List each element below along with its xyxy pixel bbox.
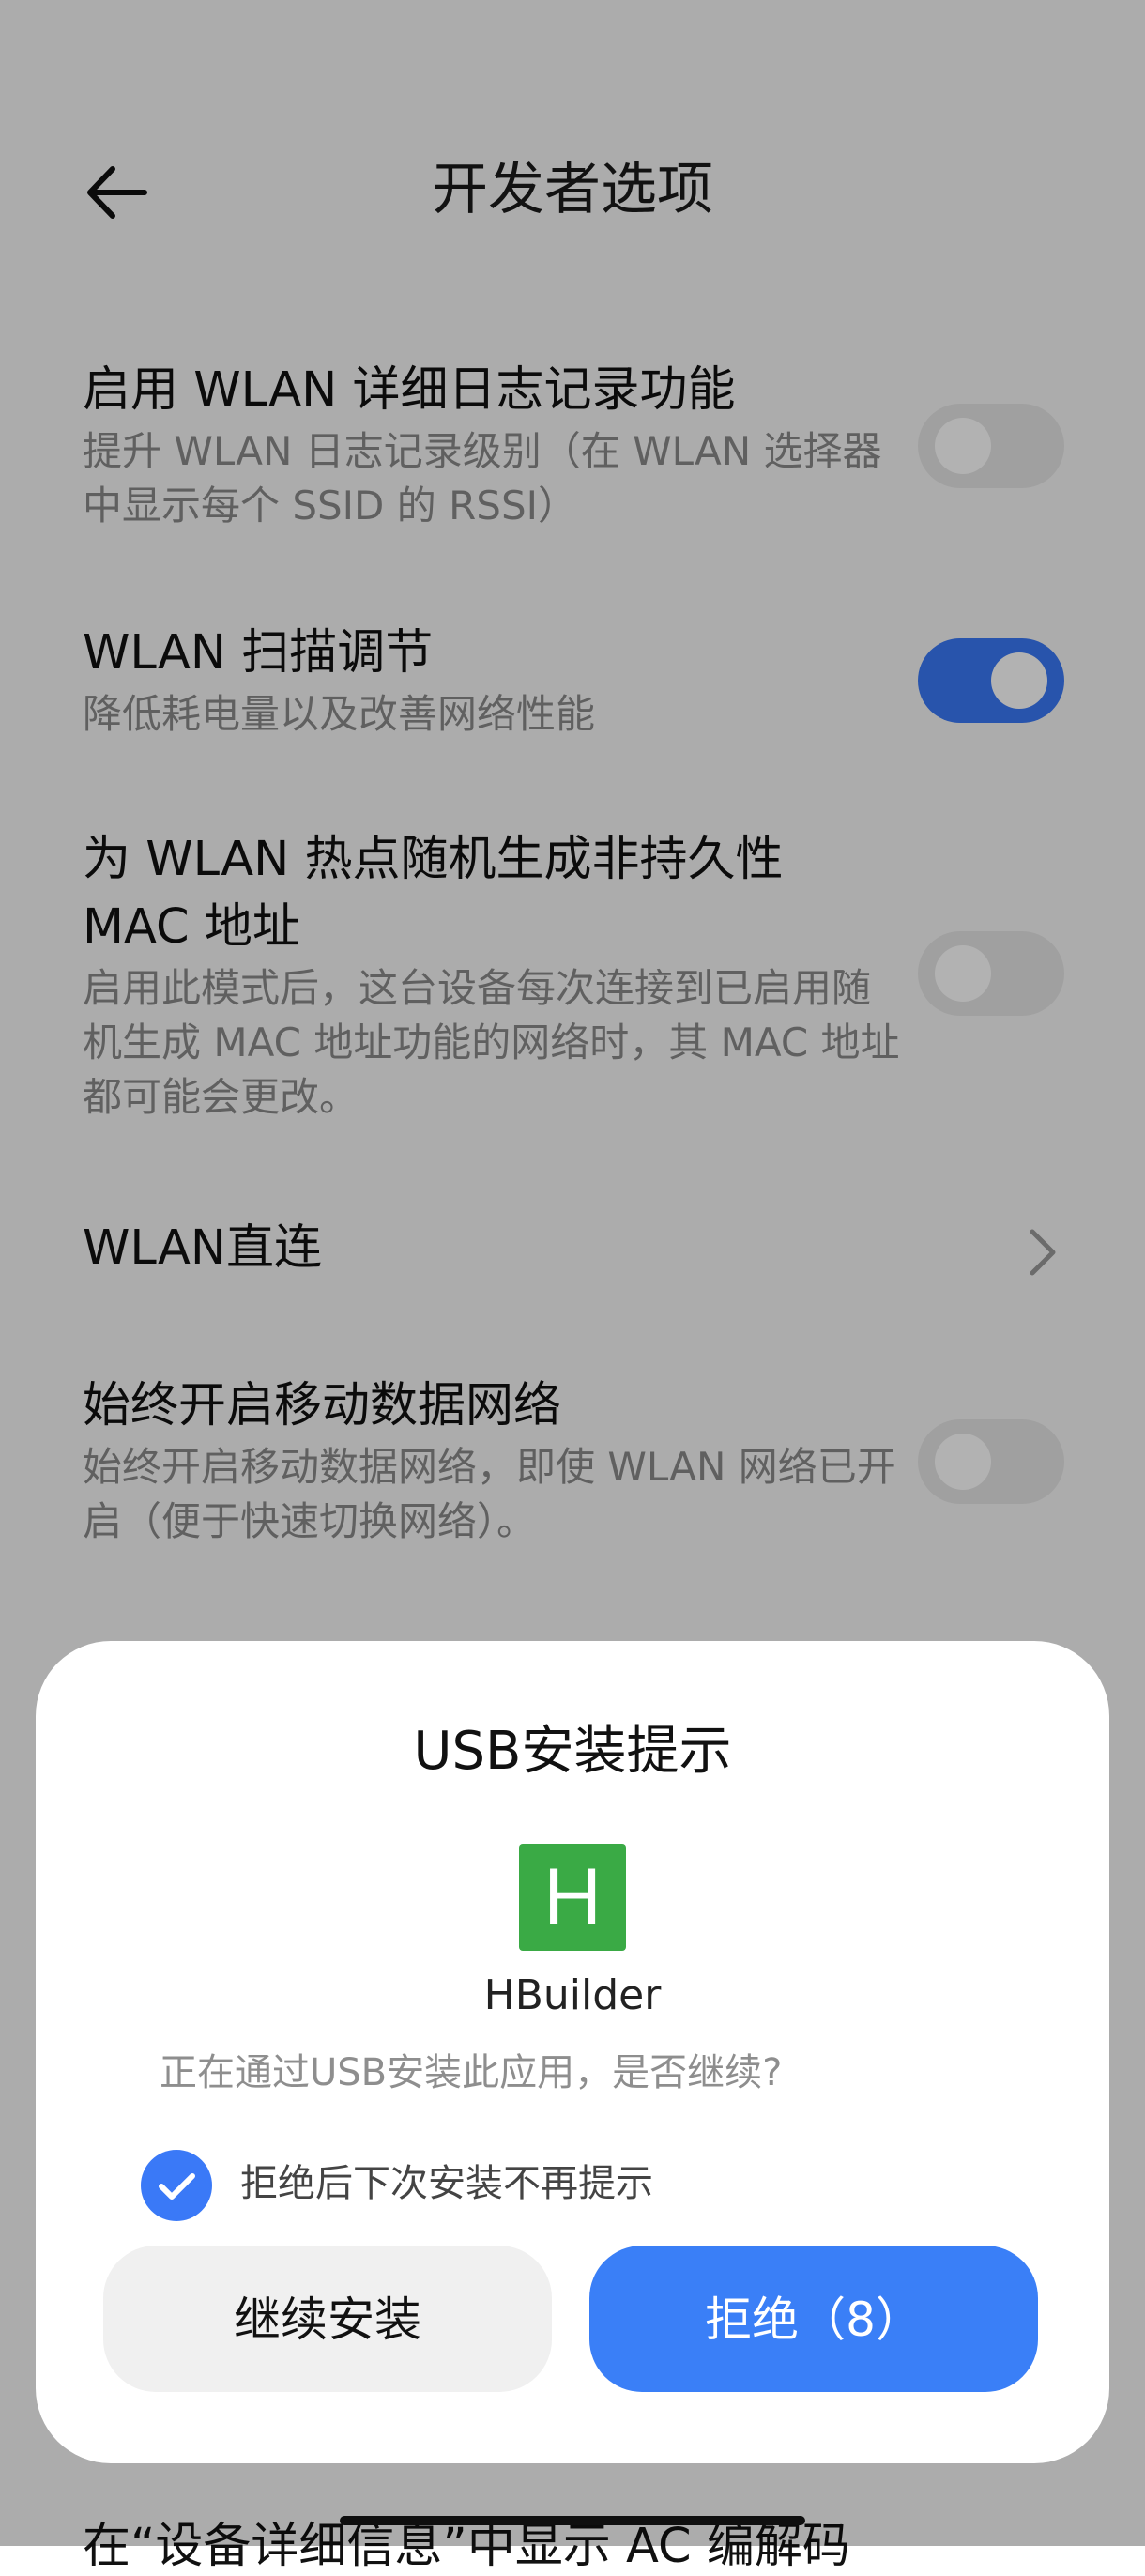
reject-button[interactable]: 拒绝（8） — [589, 2246, 1038, 2392]
dialog-title: USB安装提示 — [413, 1721, 732, 1782]
continue-install-button[interactable]: 继续安装 — [103, 2246, 552, 2392]
checkbox-label: 拒绝后下次安装不再提示 — [240, 2162, 653, 2205]
hbuilder-app-icon: H — [519, 1844, 626, 1951]
install-prompt: 正在通过USB安装此应用，是否继续? — [160, 2051, 783, 2094]
app-icon-letter: H — [543, 1852, 602, 1942]
home-indicator[interactable] — [340, 2516, 805, 2525]
usb-install-dialog: USB安装提示 H HBuilder 正在通过USB安装此应用，是否继续? 拒绝… — [36, 1641, 1109, 2463]
app-name: HBuilder — [483, 1971, 662, 2019]
checkbox-checked-icon[interactable] — [141, 2150, 212, 2221]
dont-remind-option[interactable]: 拒绝后下次安装不再提示 — [141, 2148, 985, 2223]
